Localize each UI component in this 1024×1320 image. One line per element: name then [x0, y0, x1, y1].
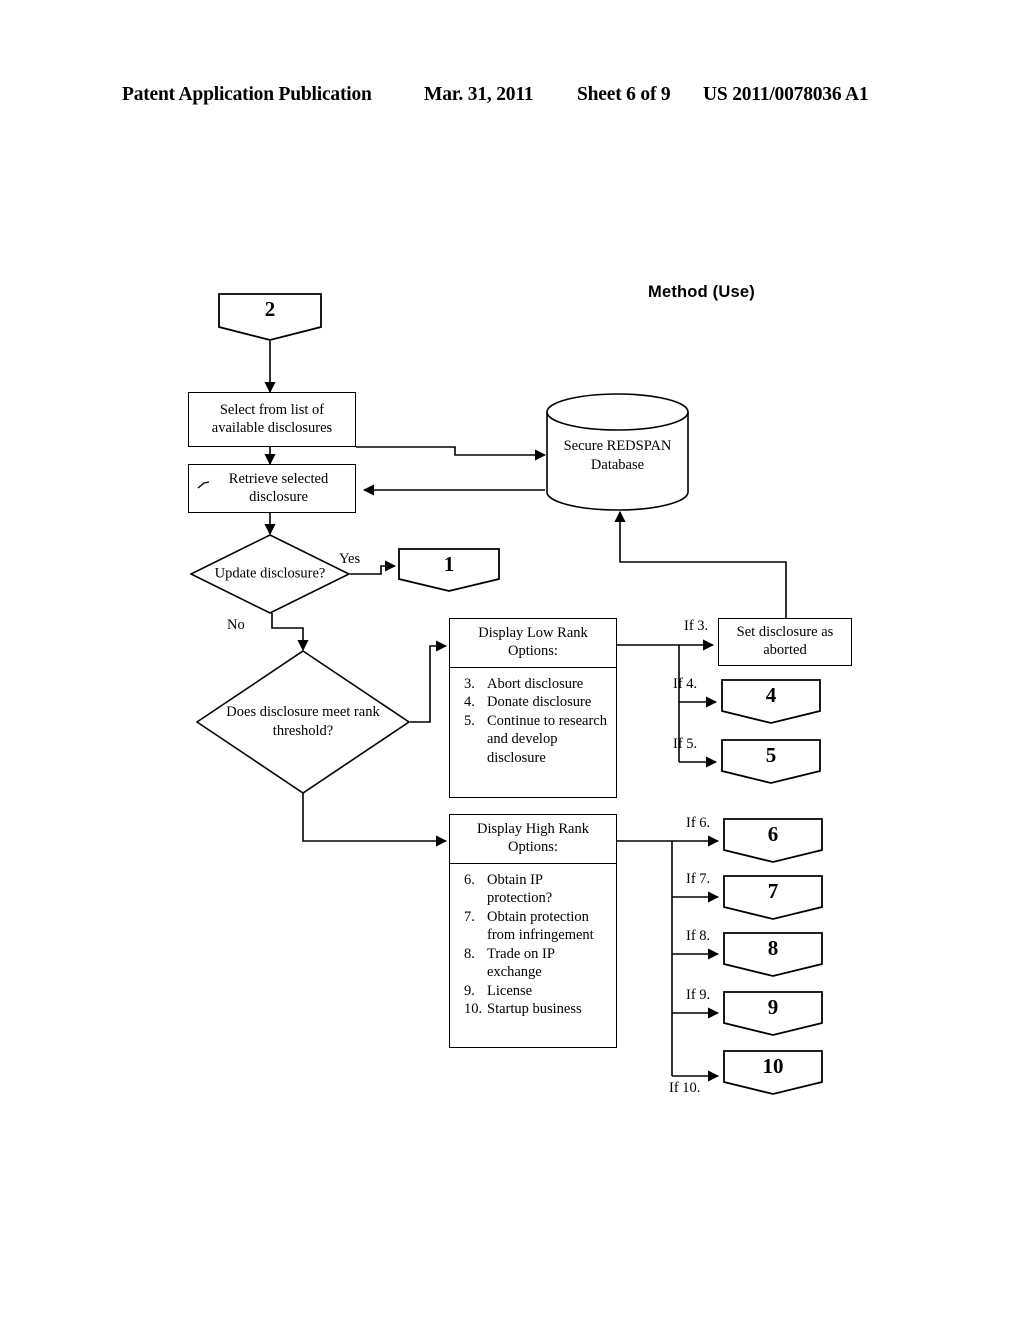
retrieve-disclosure-label: Retrieve selected disclosure	[228, 470, 329, 505]
list-item: 3. Abort disclosure	[464, 675, 608, 694]
page-header: Patent Application Publication Mar. 31, …	[0, 84, 1024, 118]
select-disclosures-box: Select from list of available disclosure…	[188, 392, 356, 447]
edge-label-if5: If 5.	[673, 736, 698, 752]
terminal-6: 6	[723, 818, 823, 863]
terminal-8: 8	[723, 932, 823, 977]
list-item: 9. License	[464, 982, 608, 1001]
terminal-4-label: 4	[765, 683, 777, 707]
secure-database-cylinder: Secure REDSPAN Database	[545, 392, 690, 512]
terminal-6-label: 6	[767, 822, 779, 846]
list-item-text: Trade on IP exchange	[487, 945, 555, 981]
list-item-number: 5.	[464, 712, 475, 729]
rank-threshold-label: Does disclosure meet rank threshold?	[226, 704, 380, 739]
low-rank-options-list: 3. Abort disclosure 4. Donate disclosure…	[450, 668, 616, 797]
set-disclosure-aborted-label: Set disclosure as aborted	[736, 624, 834, 658]
entry-terminal-label: 2	[264, 297, 276, 321]
database-label: Secure REDSPAN Database	[563, 438, 672, 474]
list-item-text: Continue to research and develop disclos…	[487, 712, 607, 766]
high-rank-options-list: 6. Obtain IP protection? 7. Obtain prote…	[450, 864, 616, 1047]
header-sheet-label: Sheet 6 of 9	[577, 84, 671, 105]
list-item-text: Donate disclosure	[487, 694, 592, 711]
edge-label-if3: If 3.	[684, 618, 709, 634]
header-patent-number: US 2011/0078036 A1	[703, 84, 869, 105]
low-rank-options-panel: Display Low Rank Options: 3. Abort discl…	[449, 618, 617, 798]
list-item-number: 3.	[464, 675, 475, 692]
terminal-9: 9	[723, 991, 823, 1036]
low-rank-options-header: Display Low Rank Options:	[450, 619, 616, 668]
edge-label-no: No	[227, 617, 245, 633]
list-item-number: 6.	[464, 871, 475, 888]
list-item-text: Obtain IP protection?	[487, 871, 553, 907]
list-item-number: 9.	[464, 982, 475, 999]
list-item-text: Startup business	[487, 1001, 582, 1018]
edge-label-if8: If 8.	[686, 928, 711, 944]
edge-label-yes: Yes	[339, 551, 361, 567]
high-rank-options-header: Display High Rank Options:	[450, 815, 616, 864]
list-item-number: 10.	[464, 1001, 483, 1018]
list-item: 6. Obtain IP protection?	[464, 871, 608, 908]
list-item-text: Obtain protection from infringement	[487, 908, 594, 944]
update-disclosure-decision: Update disclosure?	[190, 534, 350, 614]
list-item: 7. Obtain protection from infringement	[464, 908, 608, 945]
terminal-8-label: 8	[767, 936, 779, 960]
update-yes-terminal-label: 1	[443, 552, 455, 576]
list-item-number: 4.	[464, 694, 475, 711]
terminal-10-label: 10	[762, 1054, 784, 1078]
list-item-number: 8.	[464, 945, 475, 962]
terminal-4: 4	[721, 679, 821, 724]
update-yes-terminal-1: 1	[398, 548, 500, 592]
edge-label-if6: If 6.	[686, 815, 711, 831]
select-disclosures-label: Select from list of available disclosure…	[211, 401, 333, 436]
set-disclosure-aborted-box: Set disclosure as aborted	[718, 618, 852, 666]
terminal-7-label: 7	[767, 879, 779, 903]
edge-label-if10: If 10.	[669, 1080, 701, 1096]
terminal-10: 10	[723, 1050, 823, 1095]
list-item: 5. Continue to research and develop disc…	[464, 712, 608, 768]
retrieve-disclosure-box: Retrieve selected disclosure	[188, 464, 356, 513]
header-date-label: Mar. 31, 2011	[424, 84, 534, 105]
header-publication-label: Patent Application Publication	[122, 84, 372, 105]
list-item: 4. Donate disclosure	[464, 693, 608, 712]
terminal-7: 7	[723, 875, 823, 920]
entry-terminal-2: 2	[218, 293, 322, 341]
list-item-text: Abort disclosure	[487, 675, 584, 692]
rank-threshold-decision: Does disclosure meet rank threshold?	[196, 650, 410, 794]
edge-label-if9: If 9.	[686, 987, 711, 1003]
high-rank-options-panel: Display High Rank Options: 6. Obtain IP …	[449, 814, 617, 1048]
edge-label-if4: If 4.	[673, 676, 698, 692]
list-item: 8. Trade on IP exchange	[464, 945, 608, 982]
list-item-number: 7.	[464, 908, 475, 925]
terminal-5: 5	[721, 739, 821, 784]
terminal-5-label: 5	[765, 743, 777, 767]
list-item-text: License	[487, 982, 533, 999]
figure-title: Method (Use)	[648, 283, 755, 301]
terminal-9-label: 9	[767, 995, 779, 1019]
list-item: 10. Startup business	[464, 1000, 608, 1019]
edge-label-if7: If 7.	[686, 871, 711, 887]
stray-pen-mark	[197, 481, 210, 489]
update-disclosure-label: Update disclosure?	[214, 565, 326, 582]
